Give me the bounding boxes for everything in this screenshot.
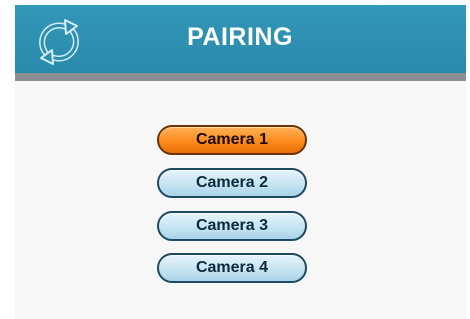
camera-4-button[interactable]: Camera 4: [157, 253, 307, 283]
content-area: [15, 81, 466, 319]
camera-2-button[interactable]: Camera 2: [157, 168, 307, 198]
header-divider: [15, 73, 466, 81]
camera-3-button[interactable]: Camera 3: [157, 211, 307, 241]
pairing-screen: PAIRING Camera 1 Camera 2 Camera 3 Camer…: [0, 0, 470, 319]
sync-icon[interactable]: [28, 13, 90, 71]
camera-1-button[interactable]: Camera 1: [157, 125, 307, 155]
page-title: PAIRING: [187, 23, 293, 51]
